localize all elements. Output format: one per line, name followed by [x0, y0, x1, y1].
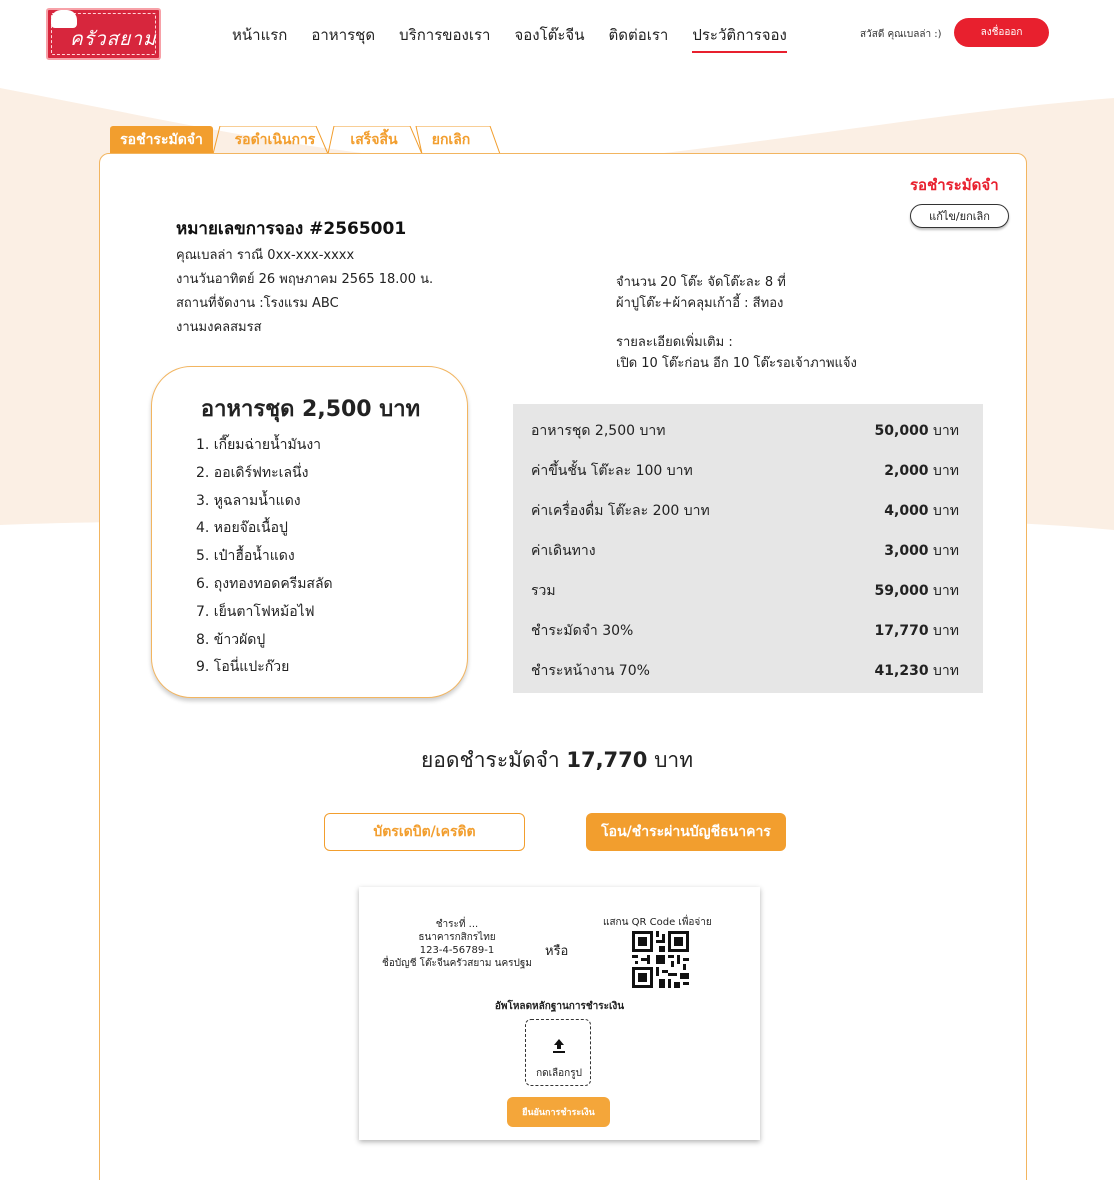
price-label: ค่าขึ้นชั้น โต๊ะละ 100 บาท: [531, 463, 693, 479]
logout-button[interactable]: ลงชื่อออก: [954, 18, 1049, 47]
price-label: ชำระหน้างาน 70%: [531, 663, 650, 679]
price-amount: 41,230: [874, 663, 929, 679]
price-value: 2,000 บาท: [884, 460, 959, 482]
menu-list: 1. เกี๊ยมฉ่ายน้ำมันงา 2. ออเดิร์ฟทะเลนึ่…: [196, 435, 333, 685]
extra-details-label: รายละเอียดเพิ่มเติม :: [616, 335, 733, 350]
price-label: รวม: [531, 583, 556, 599]
list-item: 6. ถุงทองทอดครีมสลัด: [196, 575, 333, 592]
bank-transfer-panel: ชำระที่ ... ธนาคารกสิกรไทย 123-4-56789-1…: [359, 887, 760, 1140]
edit-cancel-button[interactable]: แก้ไข/ยกเลิก: [910, 204, 1009, 228]
list-item: 9. โอนี่แปะก๊วย: [196, 659, 290, 676]
pay-bank-transfer-button[interactable]: โอน/ชำระผ่านบัญชีธนาคาร: [586, 813, 786, 851]
pay-card-button[interactable]: บัตรเดบิต/เครดิต: [324, 813, 525, 851]
price-value: 41,230 บาท: [875, 660, 959, 682]
price-unit: บาท: [928, 543, 959, 559]
or-text: หรือ: [545, 944, 569, 959]
nav-book-table[interactable]: จองโต๊ะจีน: [514, 23, 584, 53]
nav-booking-history[interactable]: ประวัติการจอง: [692, 23, 787, 53]
table-row: ค่าเครื่องดื่ม โต๊ะละ 200 บาท 4,000 บาท: [531, 500, 959, 520]
pay-to: ชำระที่ ...: [435, 919, 479, 930]
logo-text: ครัวสยาม: [70, 28, 157, 50]
qr-code-icon: [632, 931, 689, 988]
deposit-total-amount: 17,770: [566, 748, 648, 772]
table-row: ชำระมัดจำ 30% 17,770 บาท: [531, 620, 959, 640]
bank-name: ธนาคารกสิกรไทย: [418, 932, 496, 943]
user-greeting: สวัสดี คุณเบลล่า :): [860, 29, 942, 40]
price-unit: บาท: [928, 423, 959, 439]
price-unit: บาท: [928, 503, 959, 519]
list-item: 3. หูฉลามน้ำแดง: [196, 492, 301, 509]
nav-contact[interactable]: ติดต่อเรา: [608, 23, 668, 53]
upload-image-button[interactable]: กดเลือกรูป: [525, 1019, 591, 1086]
price-table: อาหารชุด 2,500 บาท 50,000 บาท ค่าขึ้นชั้…: [513, 404, 983, 693]
price-value: 17,770 บาท: [875, 620, 959, 642]
event-date: งานวันอาทิตย์ 26 พฤษภาคม 2565 18.00 น.: [176, 272, 434, 287]
table-cloth: ผ้าปูโต๊ะ+ผ้าคลุมเก้าอี้ : สีทอง: [616, 296, 784, 311]
set-menu-title: อาหารชุด 2,500 บาท: [200, 397, 421, 422]
price-amount: 17,770: [874, 623, 929, 639]
customer-info: คุณเบลล่า ราณี 0xx-xxx-xxxx: [176, 248, 355, 263]
deposit-total-label: ยอดชำระมัดจำ: [420, 748, 567, 772]
table-row: ชำระหน้างาน 70% 41,230 บาท: [531, 660, 959, 680]
nav-services[interactable]: บริการของเรา: [399, 23, 490, 53]
upload-label: อัพโหลดหลักฐานการชำระเงิน: [494, 1001, 625, 1012]
qr-label: แสกน QR Code เพื่อจ่าย: [603, 917, 712, 928]
bank-info: ชำระที่ ... ธนาคารกสิกรไทย 123-4-56789-1…: [359, 918, 555, 970]
list-item: 2. ออเดิร์ฟทะเลนึ่ง: [196, 464, 309, 481]
account-number: 123-4-56789-1: [419, 945, 495, 956]
upload-icon: [553, 1039, 565, 1053]
price-amount: 50,000: [874, 423, 929, 439]
price-label: ค่าเดินทาง: [531, 543, 596, 559]
list-item: 7. เย็นตาโฟหม้อไฟ: [196, 603, 315, 620]
price-value: 50,000 บาท: [875, 420, 959, 442]
tab-cancelled[interactable]: ยกเลิก: [416, 126, 486, 154]
booking-status: รอชำระมัดจำ: [910, 176, 999, 194]
price-label: ค่าเครื่องดื่ม โต๊ะละ 200 บาท: [531, 503, 710, 519]
nav-home[interactable]: หน้าแรก: [232, 23, 287, 53]
price-unit: บาท: [928, 583, 959, 599]
top-header: ครัวสยาม หน้าแรก อาหารชุด บริการของเรา จ…: [0, 0, 1114, 70]
nav-set-menu[interactable]: อาหารชุด: [311, 23, 375, 53]
logo[interactable]: ครัวสยาม: [46, 8, 161, 60]
tab-completed[interactable]: เสร็จสิ้น: [334, 126, 414, 154]
price-value: 3,000 บาท: [884, 540, 959, 562]
list-item: 5. เป๋าฮื้อน้ำแดง: [196, 548, 295, 565]
table-count: จำนวน 20 โต๊ะ จัดโต๊ะละ 8 ที่: [616, 275, 786, 290]
upload-button-label: กดเลือกรูป: [536, 1068, 582, 1079]
price-amount: 3,000: [884, 543, 929, 559]
price-label: อาหารชุด 2,500 บาท: [531, 423, 666, 439]
extra-details: เปิด 10 โต๊ะก่อน อีก 10 โต๊ะรอเจ้าภาพแจ้…: [616, 356, 857, 371]
event-type: งานมงคลสมรส: [176, 320, 262, 335]
price-value: 4,000 บาท: [884, 500, 959, 522]
deposit-total-unit: บาท: [647, 748, 694, 772]
tab-in-progress[interactable]: รอดำเนินการ: [220, 126, 330, 154]
price-amount: 4,000: [884, 503, 929, 519]
price-unit: บาท: [928, 463, 959, 479]
tab-awaiting-deposit[interactable]: รอชำระมัดจำ: [110, 126, 213, 154]
list-item: 8. ข้าวผัดปู: [196, 631, 266, 648]
confirm-payment-button[interactable]: ยืนยันการชำระเงิน: [507, 1097, 610, 1127]
table-row: ค่าขึ้นชั้น โต๊ะละ 100 บาท 2,000 บาท: [531, 460, 959, 480]
list-item: 4. หอยจ๊อเนื้อปู: [196, 520, 288, 537]
price-amount: 59,000: [874, 583, 929, 599]
table-row: รวม 59,000 บาท: [531, 580, 959, 600]
price-label: ชำระมัดจำ 30%: [531, 623, 634, 639]
set-menu-box: อาหารชุด 2,500 บาท 1. เกี๊ยมฉ่ายน้ำมันงา…: [151, 366, 468, 698]
table-row: อาหารชุด 2,500 บาท 50,000 บาท: [531, 420, 959, 440]
deposit-total: ยอดชำระมัดจำ 17,770 บาท: [0, 744, 1114, 777]
price-value: 59,000 บาท: [875, 580, 959, 602]
booking-number: หมายเลขการจอง #2565001: [176, 219, 407, 239]
price-unit: บาท: [928, 663, 959, 679]
main-nav: หน้าแรก อาหารชุด บริการของเรา จองโต๊ะจีน…: [232, 23, 787, 53]
account-name: ชื่อบัญชี โต๊ะจีนครัวสยาม นครปฐม: [382, 958, 532, 969]
list-item: 1. เกี๊ยมฉ่ายน้ำมันงา: [196, 437, 322, 453]
price-amount: 2,000: [884, 463, 929, 479]
table-row: ค่าเดินทาง 3,000 บาท: [531, 540, 959, 560]
venue: สถานที่จัดงาน :โรงแรม ABC: [176, 296, 339, 311]
price-unit: บาท: [928, 623, 959, 639]
